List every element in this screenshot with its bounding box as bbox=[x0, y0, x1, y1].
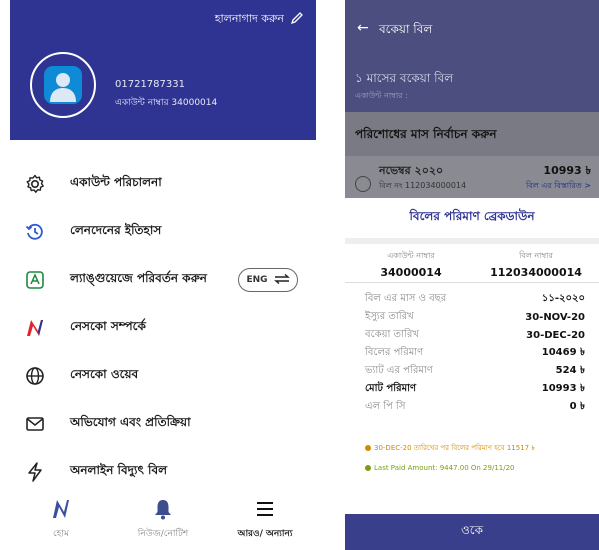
menu-item-label: ল্যাঙ্গুয়েজে পরিবর্তন করুন bbox=[70, 271, 207, 285]
ok-button[interactable]: ওকে bbox=[345, 514, 599, 550]
row-label: বকেয়া তারিখ bbox=[365, 328, 419, 340]
phone-number: 01721787331 bbox=[115, 79, 185, 90]
language-toggle-label: ENG bbox=[246, 275, 268, 285]
user-icon bbox=[44, 66, 82, 104]
menu-icon bbox=[255, 496, 275, 522]
bill-number-block: বিল নাম্বার 112034000014 bbox=[481, 250, 591, 279]
month-bill-number: বিল নং 112034000014 bbox=[379, 181, 467, 190]
menu-item-label: নেসকো সম্পর্কে bbox=[70, 319, 146, 333]
bill-details-link[interactable]: বিল এর বিস্তারিত > bbox=[526, 180, 591, 193]
breakdown-row: এল পি সি 0 ৳ bbox=[365, 398, 585, 416]
row-value: 30-NOV-20 bbox=[525, 311, 585, 323]
month-name: নভেম্বর ২০২০ bbox=[379, 164, 444, 177]
menu-item-label: লেনদেনের ইতিহাস bbox=[70, 223, 162, 237]
row-value: 524 ৳ bbox=[555, 364, 585, 376]
breakdown-row: বিলের পরিমাণ 10469 ৳ bbox=[365, 344, 585, 362]
row-value: 30-DEC-20 bbox=[526, 329, 585, 341]
month-row[interactable]: নভেম্বর ২০২০ বিল নং 112034000014 10993 ৳… bbox=[345, 156, 599, 198]
ok-button-label: ওকে bbox=[460, 523, 484, 537]
menu-item-feedback[interactable]: অভিযোগ এবং প্রতিক্রিয়া bbox=[20, 400, 310, 448]
account-caption: একাউন্ট নাম্বার bbox=[387, 251, 435, 260]
divider bbox=[345, 238, 599, 244]
month-amount: 10993 ৳ bbox=[543, 164, 591, 177]
back-arrow-icon[interactable]: ← bbox=[357, 20, 369, 36]
page-title: বকেয়া বিল bbox=[379, 22, 433, 36]
history-icon bbox=[24, 221, 46, 243]
menu-item-label: নেসকো ওয়েব bbox=[70, 367, 139, 381]
breakdown-rows: বিল এর মাস ও বছর ১১-২০২০ ইস্যুর তারিখ 30… bbox=[365, 290, 585, 416]
row-label: এল পি সি bbox=[365, 400, 406, 412]
bill-breakdown-card: বিলের পরিমাণ ব্রেকডাউন একাউন্ট নাম্বার 3… bbox=[345, 198, 599, 514]
nesco-logo-icon bbox=[24, 317, 46, 339]
globe-icon bbox=[24, 365, 46, 387]
nav-home-label: হোম bbox=[53, 529, 69, 539]
nav-more[interactable]: আরও/ অন্যান্য bbox=[220, 496, 310, 541]
account-number: একাউন্ট নাম্বার 34000014 bbox=[115, 98, 218, 108]
due-date-note: 30-DEC-20 তারিখের পর বিলের পরিমাণ হবে 11… bbox=[365, 442, 535, 454]
bill-number-caption: বিল নাম্বার bbox=[519, 251, 553, 260]
select-month-section: পরিশোধের মাস নির্বাচন করুন bbox=[345, 112, 599, 156]
row-value: 0 ৳ bbox=[569, 400, 585, 412]
gear-icon bbox=[24, 173, 46, 195]
menu-item-account[interactable]: একাউন্ট পরিচালনা bbox=[20, 160, 310, 208]
side-menu: একাউন্ট পরিচালনা লেনদেনের ইতিহাস ল্যাঙ্গ… bbox=[20, 160, 310, 496]
mail-icon bbox=[24, 413, 46, 435]
row-label: ইস্যুর তারিখ bbox=[365, 310, 414, 322]
menu-item-label: একাউন্ট পরিচালনা bbox=[70, 175, 162, 189]
menu-item-label: অনলাইন বিদ্যুৎ বিল bbox=[70, 463, 168, 477]
language-icon bbox=[24, 269, 46, 291]
breakdown-title: বিলের পরিমাণ ব্রেকডাউন bbox=[409, 209, 535, 223]
row-label: বিল এর মাস ও বছর bbox=[365, 292, 447, 304]
swap-icon bbox=[273, 273, 290, 287]
warning-dot-icon bbox=[365, 445, 371, 451]
menu-item-language[interactable]: ল্যাঙ্গুয়েজে পরিবর্তন করুন ENG bbox=[20, 256, 310, 304]
due-date-note-text: 30-DEC-20 তারিখের পর বিলের পরিমাণ হবে 11… bbox=[374, 444, 535, 452]
edit-profile-label: হালনাগাদ করুন bbox=[214, 12, 284, 25]
success-dot-icon bbox=[365, 465, 371, 471]
due-months-title: ১ মাসের বকেয়া বিল bbox=[355, 71, 454, 85]
nav-notice-label: নিউজ/নোটিশ bbox=[137, 529, 189, 539]
account-value: 34000014 bbox=[380, 266, 442, 279]
row-value: 10469 ৳ bbox=[541, 346, 585, 358]
due-bill-screen: ← বকেয়া বিল ১ মাসের বকেয়া বিল একাউন্ট … bbox=[345, 0, 599, 550]
row-label: মোট পরিমাণ bbox=[365, 382, 417, 394]
last-paid-note-text: Last Paid Amount: 9447.00 On 29/11/20 bbox=[374, 464, 515, 472]
select-month-title: পরিশোধের মাস নির্বাচন করুন bbox=[355, 127, 497, 141]
menu-item-about[interactable]: নেসকো সম্পর্কে bbox=[20, 304, 310, 352]
divider bbox=[345, 282, 599, 283]
menu-item-online-bill[interactable]: অনলাইন বিদ্যুৎ বিল bbox=[20, 448, 310, 496]
row-label: ভ্যাট এর পরিমাণ bbox=[365, 364, 433, 376]
breakdown-row: ভ্যাট এর পরিমাণ 524 ৳ bbox=[365, 362, 585, 380]
language-toggle[interactable]: ENG bbox=[238, 268, 298, 292]
nav-more-label: আরও/ অন্যান্য bbox=[237, 529, 293, 539]
bolt-icon bbox=[24, 461, 46, 483]
last-paid-note: Last Paid Amount: 9447.00 On 29/11/20 bbox=[365, 464, 515, 472]
breakdown-row: বিল এর মাস ও বছর ১১-২০২০ bbox=[365, 290, 585, 308]
account-block: একাউন্ট নাম্বার 34000014 bbox=[361, 250, 461, 279]
breakdown-row: ইস্যুর তারিখ 30-NOV-20 bbox=[365, 308, 585, 326]
profile-header: হালনাগাদ করুন 01721787331 একাউন্ট নাম্বা… bbox=[10, 0, 316, 140]
bell-icon bbox=[153, 496, 173, 522]
edit-profile-button[interactable]: হালনাগাদ করুন bbox=[215, 10, 304, 29]
breakdown-row: বকেয়া তারিখ 30-DEC-20 bbox=[365, 326, 585, 344]
bill-number-value: 112034000014 bbox=[490, 266, 582, 279]
menu-item-label: অভিযোগ এবং প্রতিক্রিয়া bbox=[70, 415, 191, 429]
pencil-icon bbox=[290, 11, 304, 28]
nav-home[interactable]: হোম bbox=[16, 496, 106, 541]
due-summary-header: ১ মাসের বকেয়া বিল একাউন্ট নাম্বার : bbox=[345, 56, 599, 112]
profile-menu-screen: হালনাগাদ করুন 01721787331 একাউন্ট নাম্বা… bbox=[0, 0, 320, 550]
month-radio[interactable] bbox=[355, 176, 371, 192]
nav-notice[interactable]: নিউজ/নোটিশ bbox=[118, 496, 208, 541]
top-bar: ← বকেয়া বিল bbox=[345, 0, 599, 56]
avatar[interactable] bbox=[30, 52, 96, 118]
due-account-label: একাউন্ট নাম্বার : bbox=[355, 91, 408, 100]
nesco-home-icon bbox=[51, 496, 71, 522]
menu-item-history[interactable]: লেনদেনের ইতিহাস bbox=[20, 208, 310, 256]
menu-item-web[interactable]: নেসকো ওয়েব bbox=[20, 352, 310, 400]
row-value: ১১-২০২০ bbox=[541, 292, 585, 304]
row-value: 10993 ৳ bbox=[541, 382, 585, 394]
row-label: বিলের পরিমাণ bbox=[365, 346, 424, 358]
breakdown-row-total: মোট পরিমাণ 10993 ৳ bbox=[365, 380, 585, 398]
bottom-nav: হোম নিউজ/নোটিশ আরও/ অন্যান্য bbox=[10, 496, 316, 550]
